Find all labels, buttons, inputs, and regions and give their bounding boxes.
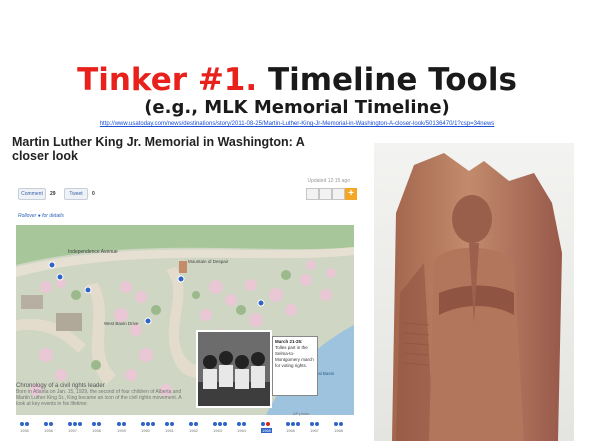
timeline-year[interactable]: 1963 xyxy=(213,428,222,433)
slide-subtitle: (e.g., MLK Memorial Timeline) xyxy=(144,97,450,118)
timeline-year[interactable]: 1956 xyxy=(44,428,53,433)
article-title: Martin Luther King Jr. Memorial in Washi… xyxy=(12,135,305,163)
label-west-basin: West Basin Drive xyxy=(104,321,139,326)
statue-image xyxy=(374,143,574,441)
title-number: Tinker #1. xyxy=(77,62,258,98)
timeline-year[interactable]: 1962 xyxy=(189,428,198,433)
timeline-year[interactable]: 1961 xyxy=(165,428,174,433)
timeline-event-dot[interactable] xyxy=(296,422,300,426)
timeline-event-dot[interactable] xyxy=(310,422,314,426)
timeline-event-dot[interactable] xyxy=(122,422,126,426)
timeline-event-dot[interactable] xyxy=(194,422,198,426)
year-timeline: 1955 1956 1957 1958 1959 1960 1961 1962 1963 1964… xyxy=(16,422,354,436)
timeline-event-dot[interactable] xyxy=(315,422,319,426)
timeline-event-dot[interactable] xyxy=(25,422,29,426)
timeline-year[interactable]: 1967 xyxy=(310,428,319,433)
timeline-event-dot[interactable] xyxy=(291,422,295,426)
chronology-block: Chronology of a civil rights leader Born… xyxy=(16,383,186,407)
timeline-event-dot[interactable] xyxy=(266,422,270,426)
mlk-statue-photo xyxy=(374,143,574,441)
timeline-year[interactable]: 1955 xyxy=(20,428,29,433)
timeline-year[interactable]: 1965 xyxy=(261,428,272,433)
timeline-event-dot[interactable] xyxy=(334,422,338,426)
timeline-year[interactable]: 1964 xyxy=(237,428,246,433)
callout-date: March 21-25: xyxy=(275,339,303,344)
label-mountain: Mountain of Despair xyxy=(188,259,229,264)
march-photo xyxy=(196,330,272,408)
timeline-year[interactable]: 1959 xyxy=(117,428,126,433)
timeline-event-dot[interactable] xyxy=(92,422,96,426)
tweet-button[interactable]: Tweet xyxy=(64,188,88,200)
rollover-hint: Rollover ● for details xyxy=(18,213,64,219)
slide-title: Tinker #1. Timeline Tools xyxy=(0,62,594,98)
timeline-event-dot[interactable] xyxy=(49,422,53,426)
label-avenue: Independence Avenue xyxy=(68,249,118,255)
timeline-event-dot[interactable] xyxy=(117,422,121,426)
timeline-year[interactable]: 1966 xyxy=(286,428,295,433)
timeline-year[interactable]: 1968 xyxy=(334,428,343,433)
timeline-event-dot[interactable] xyxy=(165,422,169,426)
timeline-event-dot[interactable] xyxy=(170,422,174,426)
text-size-icon[interactable] xyxy=(332,188,345,200)
event-callout: March 21-25: Tolles part in the Selma-to… xyxy=(272,336,318,396)
timeline-event-dot[interactable] xyxy=(223,422,227,426)
comment-button[interactable]: Comment xyxy=(18,188,46,200)
timeline-event-dot[interactable] xyxy=(68,422,72,426)
timeline-event-dot[interactable] xyxy=(146,422,150,426)
source-link[interactable]: http://www.usatoday.com/news/destination… xyxy=(0,121,594,127)
timeline-event-dot[interactable] xyxy=(189,422,193,426)
timeline-event-dot[interactable] xyxy=(242,422,246,426)
share-toolbar: Comment 29 Tweet 0 + xyxy=(18,188,357,202)
callout-text: Tolles part in the Selma-to-Montgomery m… xyxy=(275,345,314,368)
tweet-count: 0 xyxy=(92,191,95,197)
timeline-year[interactable]: 1958 xyxy=(92,428,101,433)
chronology-text: Born in Atlanta on Jan. 15, 1929, the se… xyxy=(16,389,182,407)
timeline-event-dot[interactable] xyxy=(44,422,48,426)
timeline-year[interactable]: 1957 xyxy=(68,428,77,433)
timeline-year[interactable]: 1960 xyxy=(141,428,150,433)
timeline-event-dot[interactable] xyxy=(20,422,24,426)
photo-credit: AP photo xyxy=(293,411,310,416)
timeline-event-dot[interactable] xyxy=(261,422,265,426)
timeline-event-dot[interactable] xyxy=(78,422,82,426)
timeline-event-dot[interactable] xyxy=(141,422,145,426)
website-screenshot: Martin Luther King Jr. Memorial in Washi… xyxy=(10,133,360,441)
timeline-event-dot[interactable] xyxy=(339,422,343,426)
timeline-event-dot[interactable] xyxy=(97,422,101,426)
timeline-event-dot[interactable] xyxy=(237,422,241,426)
title-text: Timeline Tools xyxy=(267,62,517,98)
add-icon[interactable]: + xyxy=(345,188,357,200)
timeline-event-dot[interactable] xyxy=(286,422,290,426)
print-icon[interactable] xyxy=(306,188,319,200)
timeline-event-dot[interactable] xyxy=(151,422,155,426)
timeline-event-dot[interactable] xyxy=(213,422,217,426)
updated-timestamp: Updated 12:15 ago xyxy=(307,178,350,184)
comment-count: 29 xyxy=(50,191,56,197)
timeline-event-dot[interactable] xyxy=(218,422,222,426)
email-icon[interactable] xyxy=(319,188,332,200)
timeline-event-dot[interactable] xyxy=(73,422,77,426)
